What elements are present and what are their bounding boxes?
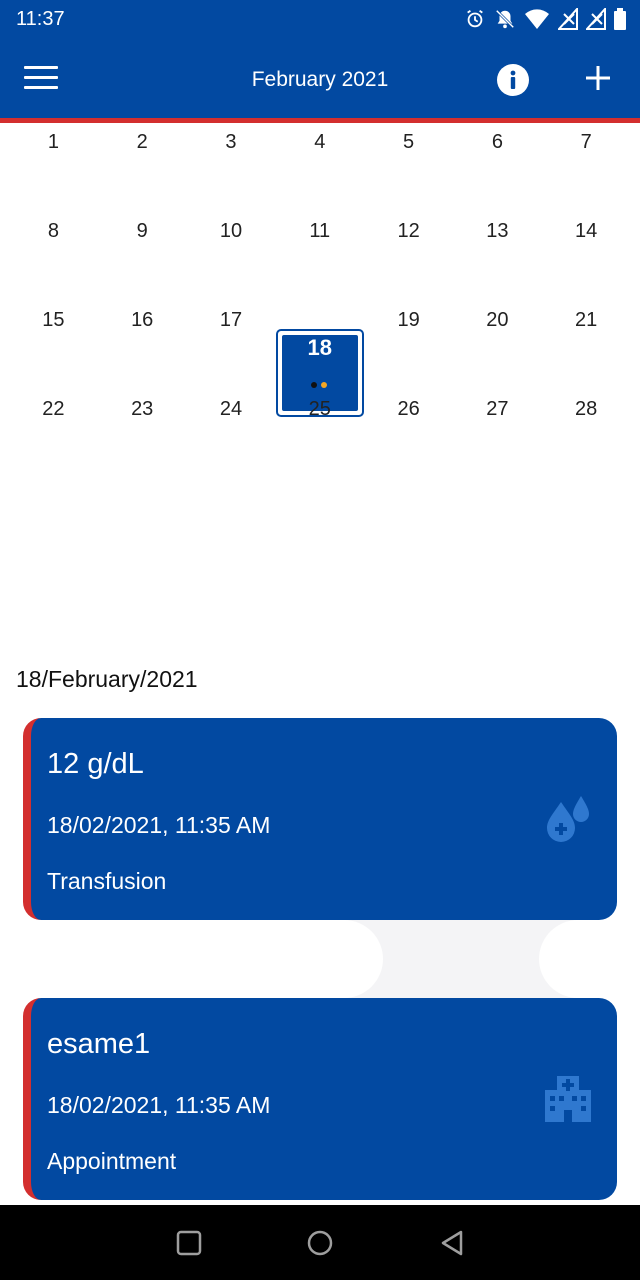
calendar-day[interactable]: 28 xyxy=(542,390,631,479)
calendar-day[interactable]: 20 xyxy=(453,301,542,390)
status-icons xyxy=(464,8,626,30)
no-sim-icon xyxy=(586,8,606,30)
calendar-day[interactable]: 6 xyxy=(453,123,542,212)
no-sim-icon xyxy=(558,8,578,30)
recent-apps-icon[interactable] xyxy=(175,1229,203,1257)
battery-icon xyxy=(614,8,626,30)
calendar-day[interactable]: 9 xyxy=(98,212,187,301)
calendar-day[interactable]: 7 xyxy=(542,123,631,212)
calendar-day[interactable]: 17 xyxy=(187,301,276,390)
calendar-week: 8 9 10 11 12 13 14 xyxy=(9,212,631,301)
calendar-day[interactable]: 10 xyxy=(187,212,276,301)
status-time: 11:37 xyxy=(16,8,65,30)
calendar-day[interactable]: 2 xyxy=(98,123,187,212)
blood-drops-icon xyxy=(547,796,589,842)
calendar-day[interactable]: 16 xyxy=(98,301,187,390)
calendar-day[interactable]: 13 xyxy=(453,212,542,301)
calendar-day[interactable]: 22 xyxy=(9,390,98,479)
home-icon[interactable] xyxy=(306,1229,334,1257)
event-value: esame1 xyxy=(47,1028,151,1060)
calendar-day[interactable]: 11 xyxy=(275,212,364,301)
event-dot xyxy=(321,382,328,388)
month-title[interactable]: February 2021 xyxy=(0,68,640,92)
notifications-off-icon xyxy=(495,9,515,29)
calendar-day[interactable]: 12 xyxy=(364,212,453,301)
status-bar: 11:37 xyxy=(0,0,640,40)
calendar-week: 22 23 24 25 26 27 28 xyxy=(9,390,631,479)
system-nav-bar xyxy=(0,1205,640,1280)
calendar-day[interactable]: 27 xyxy=(453,390,542,479)
calendar-day[interactable]: 8 xyxy=(9,212,98,301)
event-card-transfusion[interactable]: 12 g/dL 18/02/2021, 11:35 AM Transfusion xyxy=(23,718,617,920)
event-type: Appointment xyxy=(47,1148,177,1174)
calendar-day[interactable]: 15 xyxy=(9,301,98,390)
calendar-day[interactable]: 1 xyxy=(9,123,98,212)
calendar-day-selected[interactable]: 18 xyxy=(275,301,364,417)
calendar-day[interactable]: 24 xyxy=(187,390,276,479)
app-bar: February 2021 xyxy=(0,40,640,118)
separator-pill-right xyxy=(539,920,632,998)
calendar-day[interactable]: 19 xyxy=(364,301,453,390)
calendar-day[interactable]: 25 xyxy=(275,390,364,479)
event-card-appointment[interactable]: esame1 18/02/2021, 11:35 AM Appointment xyxy=(23,998,617,1200)
separator-pill-left xyxy=(8,920,383,998)
alarm-icon xyxy=(467,9,483,28)
event-value: 12 g/dL xyxy=(47,748,144,780)
selected-date-heading: 18/February/2021 xyxy=(16,666,198,692)
hospital-icon xyxy=(545,1076,591,1122)
calendar-week: 15 16 17 18 19 20 21 xyxy=(9,301,631,417)
event-dot xyxy=(311,382,318,388)
event-datetime: 18/02/2021, 11:35 AM xyxy=(47,1092,271,1118)
calendar-day[interactable]: 21 xyxy=(542,301,631,390)
event-dots xyxy=(311,382,328,388)
calendar-day[interactable]: 26 xyxy=(364,390,453,479)
info-icon[interactable] xyxy=(497,64,529,96)
calendar-day[interactable]: 5 xyxy=(364,123,453,212)
event-type: Transfusion xyxy=(47,868,167,894)
calendar-day[interactable]: 3 xyxy=(187,123,276,212)
add-icon[interactable] xyxy=(584,64,612,92)
calendar-week: 1 2 3 4 5 6 7 xyxy=(9,123,631,212)
back-icon[interactable] xyxy=(438,1229,466,1257)
calendar-grid: 1 2 3 4 5 6 7 8 9 10 11 12 13 14 15 16 1… xyxy=(9,123,631,479)
wifi-icon xyxy=(525,9,549,29)
event-datetime: 18/02/2021, 11:35 AM xyxy=(47,812,271,838)
calendar-day[interactable]: 23 xyxy=(98,390,187,479)
calendar-day[interactable]: 4 xyxy=(275,123,364,212)
calendar-day[interactable]: 14 xyxy=(542,212,631,301)
